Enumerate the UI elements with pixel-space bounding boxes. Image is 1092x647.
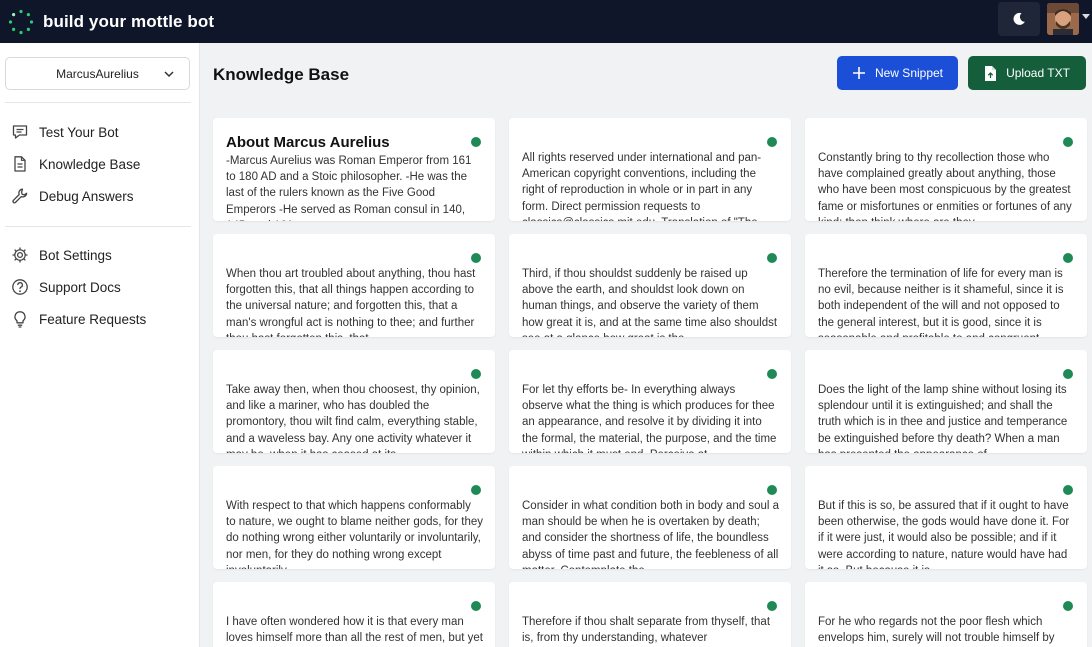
status-dot [471,485,481,495]
snippet-card[interactable]: When thou art troubled about anything, t… [213,234,495,337]
upload-txt-button[interactable]: Upload TXT [968,56,1086,90]
snippet-card[interactable]: Consider in what condition both in body … [509,466,791,569]
theme-toggle-button[interactable] [998,2,1040,36]
snippet-card[interactable]: For let thy efforts be- In everything al… [509,350,791,453]
page-title: Knowledge Base [213,65,350,84]
snippet-text: Constantly bring to thy recollection tho… [818,152,1072,221]
gear-icon [11,246,29,264]
status-dot [767,369,777,379]
snippet-card[interactable]: Therefore the termination of life for ev… [805,234,1087,337]
snippet-text: All rights reserved under international … [522,152,762,221]
sidebar-item-knowledge-base[interactable]: Knowledge Base [11,152,140,176]
snippet-text: For let thy efforts be- In everything al… [522,384,777,453]
file-upload-icon [984,65,997,81]
divider [5,102,191,103]
sidebar-item-label: Knowledge Base [39,156,141,172]
status-dot [767,253,777,263]
sidebar-item-label: Support Docs [39,279,121,295]
snippet-text: -Marcus Aurelius was Roman Emperor from … [226,155,472,221]
snippet-title: About Marcus Aurelius [226,134,390,151]
snippet-card[interactable]: Third, if thou shouldst suddenly be rais… [509,234,791,337]
chevron-down-icon[interactable] [1082,14,1090,19]
snippet-text: Does the light of the lamp shine without… [818,384,1068,453]
sidebar-item-feature-requests[interactable]: Feature Requests [11,307,146,331]
sidebar-item-label: Test Your Bot [39,124,119,140]
status-dot [767,601,777,611]
status-dot [1063,601,1073,611]
status-dot [1063,253,1073,263]
new-snippet-label: New Snippet [874,66,944,80]
sidebar-item-bot-settings[interactable]: Bot Settings [11,243,112,267]
status-dot [767,485,777,495]
snippet-text: For he who regards not the poor flesh wh… [818,616,1055,645]
app-title: build your mottle bot [43,11,215,31]
logo-icon [8,9,34,35]
snippet-card[interactable]: All rights reserved under international … [509,118,791,221]
status-dot [1063,369,1073,379]
snippet-text: Therefore the termination of life for ev… [818,268,1064,337]
bot-select[interactable]: MarcusAurelius [5,57,190,90]
sidebar-item-debug-answers[interactable]: Debug Answers [11,184,134,208]
snippet-text: When thou art troubled about anything, t… [226,268,476,337]
snippet-card[interactable]: About Marcus Aurelius -Marcus Aurelius w… [213,118,495,221]
sidebar-item-label: Feature Requests [39,311,147,327]
status-dot [1063,485,1073,495]
snippet-card[interactable]: Therefore if thou shalt separate from th… [509,582,791,647]
wrench-icon [11,187,29,205]
lightbulb-icon [11,310,29,328]
top-bar: build your mottle bot [0,0,1092,43]
status-dot [471,369,481,379]
snippet-card[interactable]: For he who regards not the poor flesh wh… [805,582,1087,647]
status-dot [1063,137,1073,147]
snippet-text: Third, if thou shouldst suddenly be rais… [522,268,778,337]
new-snippet-button[interactable]: New Snippet [837,56,958,90]
upload-txt-label: Upload TXT [1006,66,1070,80]
sidebar-item-label: Bot Settings [39,247,112,263]
document-icon [11,155,29,173]
snippet-card[interactable]: With respect to that which happens confo… [213,466,495,569]
divider [5,226,191,227]
snippet-card[interactable]: Take away then, when thou choosest, thy … [213,350,495,453]
status-dot [471,601,481,611]
snippet-card[interactable]: But if this is so, be assured that if it… [805,466,1087,569]
sidebar-item-support-docs[interactable]: Support Docs [11,275,121,299]
question-icon [11,278,29,296]
snippet-text: Therefore if thou shalt separate from th… [522,616,771,645]
status-dot [471,253,481,263]
bot-select-value: MarcusAurelius [56,66,139,81]
sidebar-item-label: Debug Answers [39,188,134,204]
chat-icon [11,123,29,141]
snippet-text: I have often wondered how it is that eve… [226,616,483,645]
snippet-text: Take away then, when thou choosest, thy … [226,384,480,453]
snippet-card[interactable]: I have often wondered how it is that eve… [213,582,495,647]
status-dot [767,137,777,147]
snippet-card[interactable]: Constantly bring to thy recollection tho… [805,118,1087,221]
snippet-text: Consider in what condition both in body … [522,500,780,569]
chevron-down-icon [164,71,174,78]
snippet-text: With respect to that which happens confo… [226,500,483,569]
snippet-card[interactable]: Does the light of the lamp shine without… [805,350,1087,453]
sidebar: MarcusAurelius Test Your Bot Knowledge B… [0,43,200,647]
snippet-text: But if this is so, be assured that if it… [818,500,1070,569]
status-dot [471,137,481,147]
plus-icon [852,66,866,80]
sidebar-item-test-your-bot[interactable]: Test Your Bot [11,120,119,144]
user-avatar[interactable] [1047,3,1079,35]
moon-icon [1013,12,1025,25]
